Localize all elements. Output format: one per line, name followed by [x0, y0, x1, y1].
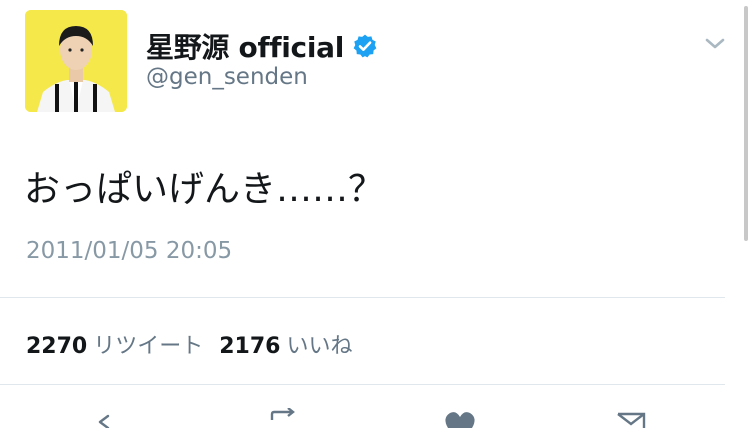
username-handle[interactable]: @gen_senden — [146, 64, 308, 90]
avatar[interactable] — [25, 10, 127, 112]
chevron-down-icon[interactable] — [702, 34, 728, 54]
action-bar — [0, 400, 750, 430]
reply-icon[interactable] — [92, 408, 122, 432]
tweet-stats: 2270 リツイート 2176 いいね — [26, 328, 369, 360]
author-name-row: 星野源 official — [146, 26, 378, 66]
retweet-count[interactable]: 2270 — [26, 334, 87, 359]
tweet-timestamp[interactable]: 2011/01/05 20:05 — [26, 238, 232, 264]
divider — [0, 297, 725, 298]
retweet-label[interactable]: リツイート — [93, 328, 203, 360]
like-label[interactable]: いいね — [286, 328, 352, 360]
divider — [0, 384, 725, 385]
tweet-text: おっぱいげんき……？ — [24, 169, 385, 210]
display-name[interactable]: 星野源 official — [146, 26, 344, 66]
like-count[interactable]: 2176 — [219, 334, 280, 359]
like-icon[interactable] — [440, 408, 480, 432]
scrollbar[interactable] — [744, 6, 748, 241]
dm-icon[interactable] — [612, 408, 652, 432]
retweet-icon[interactable] — [266, 407, 306, 432]
verified-badge-icon — [352, 33, 378, 59]
